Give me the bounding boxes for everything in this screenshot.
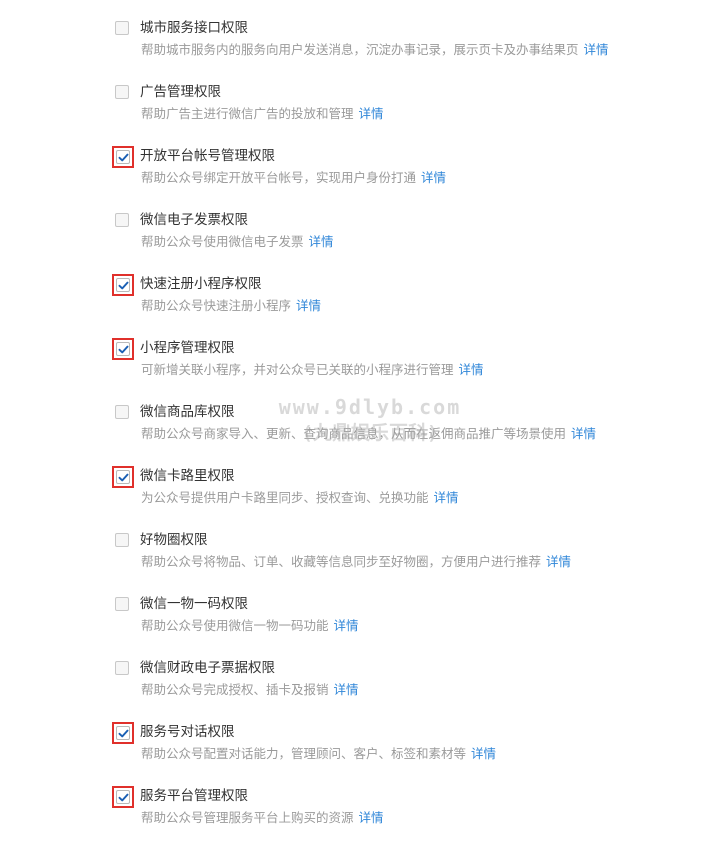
permission-item: 微信一物一码权限帮助公众号使用微信一物一码功能 详情 <box>0 595 713 655</box>
permission-checkbox[interactable] <box>113 19 133 39</box>
details-link[interactable]: 详情 <box>459 362 484 377</box>
permission-title[interactable]: 微信财政电子票据权限 <box>140 659 275 677</box>
permission-checkbox[interactable] <box>112 786 134 808</box>
permission-description-text: 帮助公众号配置对话能力，管理顾问、客户、标签和素材等 <box>141 746 467 761</box>
details-link[interactable]: 详情 <box>334 618 359 633</box>
permission-item: 小程序管理权限可新增关联小程序，并对公众号已关联的小程序进行管理 详情 <box>0 338 713 399</box>
permission-item: 城市服务接口权限帮助城市服务内的服务向用户发送消息，沉淀办事记录，展示页卡及办事… <box>0 19 713 79</box>
checkmark-icon <box>118 729 129 738</box>
permission-item: 广告管理权限帮助广告主进行微信广告的投放和管理 详情 <box>0 83 713 143</box>
permission-title[interactable]: 城市服务接口权限 <box>140 19 248 37</box>
permission-checkbox[interactable] <box>112 466 134 488</box>
permission-description-text: 帮助公众号快速注册小程序 <box>141 298 292 313</box>
details-link[interactable]: 详情 <box>584 42 609 57</box>
permission-title[interactable]: 服务号对话权限 <box>140 723 235 741</box>
permission-description: 帮助公众号配置对话能力，管理顾问、客户、标签和素材等 详情 <box>141 745 496 763</box>
permission-checkbox[interactable] <box>113 595 133 615</box>
checkbox-box <box>116 342 130 356</box>
permission-title[interactable]: 开放平台帐号管理权限 <box>140 147 275 165</box>
permission-description: 帮助公众号绑定开放平台帐号，实现用户身份打通 详情 <box>141 169 446 187</box>
permission-item: 微信电子发票权限帮助公众号使用微信电子发票 详情 <box>0 211 713 271</box>
permission-title[interactable]: 微信电子发票权限 <box>140 211 248 229</box>
permission-description-text: 帮助公众号使用微信一物一码功能 <box>141 618 329 633</box>
permission-item: 服务号对话权限帮助公众号配置对话能力，管理顾问、客户、标签和素材等 详情 <box>0 722 713 783</box>
checkmark-icon <box>118 473 129 482</box>
permission-description: 帮助公众号使用微信电子发票 详情 <box>141 233 334 251</box>
permission-checkbox[interactable] <box>112 274 134 296</box>
permission-title[interactable]: 微信一物一码权限 <box>140 595 248 613</box>
details-link[interactable]: 详情 <box>434 490 459 505</box>
permission-title[interactable]: 快速注册小程序权限 <box>140 275 262 293</box>
permission-title[interactable]: 广告管理权限 <box>140 83 221 101</box>
permission-description-text: 可新增关联小程序，并对公众号已关联的小程序进行管理 <box>141 362 454 377</box>
details-link[interactable]: 详情 <box>546 554 571 569</box>
permission-title[interactable]: 好物圈权限 <box>140 531 208 549</box>
permission-item: 好物圈权限帮助公众号将物品、订单、收藏等信息同步至好物圈，方便用户进行推荐 详情 <box>0 531 713 591</box>
permission-item: 微信财政电子票据权限帮助公众号完成授权、插卡及报销 详情 <box>0 659 713 719</box>
checkbox-box <box>116 278 130 292</box>
permission-description-text: 帮助广告主进行微信广告的投放和管理 <box>141 106 354 121</box>
permission-checkbox[interactable] <box>113 211 133 231</box>
checkbox-box <box>115 405 129 419</box>
permission-description: 为公众号提供用户卡路里同步、授权查询、兑换功能 详情 <box>141 489 459 507</box>
permission-checkbox[interactable] <box>113 531 133 551</box>
permission-description-text: 帮助公众号商家导入、更新、查询商品信息，从而在返佣商品推广等场景使用 <box>141 426 567 441</box>
checkbox-box <box>116 470 130 484</box>
permission-description-text: 帮助公众号完成授权、插卡及报销 <box>141 682 329 697</box>
checkmark-icon <box>118 281 129 290</box>
permission-item: 微信卡路里权限为公众号提供用户卡路里同步、授权查询、兑换功能 详情 <box>0 466 713 527</box>
permission-description-text: 帮助公众号将物品、订单、收藏等信息同步至好物圈，方便用户进行推荐 <box>141 554 542 569</box>
checkmark-icon <box>118 345 129 354</box>
permission-item: 服务平台管理权限帮助公众号管理服务平台上购买的资源 详情 <box>0 786 713 847</box>
permission-description-text: 帮助公众号使用微信电子发票 <box>141 234 304 249</box>
permission-description: 帮助公众号完成授权、插卡及报销 详情 <box>141 681 359 699</box>
permission-checkbox[interactable] <box>112 338 134 360</box>
permission-title[interactable]: 微信卡路里权限 <box>140 467 235 485</box>
permission-checkbox[interactable] <box>112 722 134 744</box>
permission-description-text: 帮助公众号绑定开放平台帐号，实现用户身份打通 <box>141 170 417 185</box>
checkbox-box <box>115 21 129 35</box>
permission-checkbox[interactable] <box>113 403 133 423</box>
checkbox-box <box>115 213 129 227</box>
permission-item: 开放平台帐号管理权限帮助公众号绑定开放平台帐号，实现用户身份打通 详情 <box>0 146 713 207</box>
checkmark-icon <box>118 153 129 162</box>
checkmark-icon <box>118 793 129 802</box>
details-link[interactable]: 详情 <box>359 106 384 121</box>
details-link[interactable]: 详情 <box>571 426 596 441</box>
permission-title[interactable]: 微信商品库权限 <box>140 403 235 421</box>
permission-checkbox[interactable] <box>113 659 133 679</box>
checkbox-box <box>115 597 129 611</box>
permission-title[interactable]: 服务平台管理权限 <box>140 787 248 805</box>
permission-description-text: 帮助公众号管理服务平台上购买的资源 <box>141 810 354 825</box>
details-link[interactable]: 详情 <box>471 746 496 761</box>
permission-description-text: 为公众号提供用户卡路里同步、授权查询、兑换功能 <box>141 490 429 505</box>
permission-item: 快速注册小程序权限帮助公众号快速注册小程序 详情 <box>0 274 713 335</box>
permission-item: 微信商品库权限帮助公众号商家导入、更新、查询商品信息，从而在返佣商品推广等场景使… <box>0 403 713 463</box>
permission-description: 帮助公众号将物品、订单、收藏等信息同步至好物圈，方便用户进行推荐 详情 <box>141 553 571 571</box>
permission-description: 帮助公众号快速注册小程序 详情 <box>141 297 321 315</box>
checkbox-box <box>116 726 130 740</box>
permission-description-text: 帮助城市服务内的服务向用户发送消息，沉淀办事记录，展示页卡及办事结果页 <box>141 42 579 57</box>
permission-description: 帮助公众号商家导入、更新、查询商品信息，从而在返佣商品推广等场景使用 详情 <box>141 425 596 443</box>
permission-checkbox[interactable] <box>113 83 133 103</box>
permission-description: 帮助公众号使用微信一物一码功能 详情 <box>141 617 359 635</box>
details-link[interactable]: 详情 <box>296 298 321 313</box>
details-link[interactable]: 详情 <box>309 234 334 249</box>
details-link[interactable]: 详情 <box>334 682 359 697</box>
details-link[interactable]: 详情 <box>359 810 384 825</box>
permission-description: 帮助城市服务内的服务向用户发送消息，沉淀办事记录，展示页卡及办事结果页 详情 <box>141 41 609 59</box>
details-link[interactable]: 详情 <box>421 170 446 185</box>
checkbox-box <box>115 533 129 547</box>
permission-description: 可新增关联小程序，并对公众号已关联的小程序进行管理 详情 <box>141 361 484 379</box>
checkbox-box <box>115 661 129 675</box>
permission-checkbox[interactable] <box>112 146 134 168</box>
checkbox-box <box>115 85 129 99</box>
permission-description: 帮助公众号管理服务平台上购买的资源 详情 <box>141 809 384 827</box>
permission-title[interactable]: 小程序管理权限 <box>140 339 235 357</box>
permission-description: 帮助广告主进行微信广告的投放和管理 详情 <box>141 105 384 123</box>
checkbox-box <box>116 790 130 804</box>
checkbox-box <box>116 150 130 164</box>
